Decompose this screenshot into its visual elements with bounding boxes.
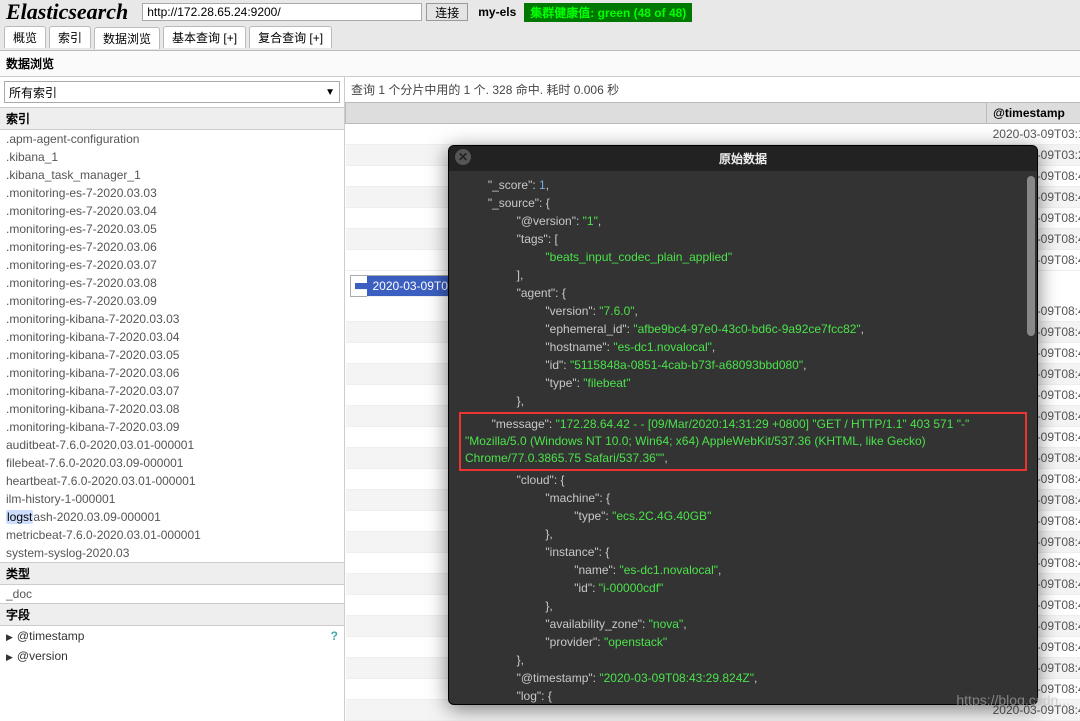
tab-3[interactable]: 基本查询 [+] <box>163 26 246 48</box>
index-item[interactable]: auditbeat-7.6.0-2020.03.01-000001 <box>0 436 344 454</box>
sidebar-header-field: 字段 <box>0 603 344 626</box>
app-logo: Elasticsearch <box>6 0 128 25</box>
sidebar: 所有索引 ▼ 索引 .apm-agent-configuration.kiban… <box>0 77 345 721</box>
dropdown-arrow-icon: ▼ <box>325 87 335 98</box>
connect-button[interactable]: 连接 <box>426 3 468 21</box>
index-item[interactable]: .apm-agent-configuration <box>0 130 344 148</box>
col-header[interactable]: @timestamp <box>987 103 1080 124</box>
index-item[interactable]: .monitoring-kibana-7-2020.03.07 <box>0 382 344 400</box>
cluster-name: my-els <box>478 5 516 19</box>
index-item[interactable]: .monitoring-es-7-2020.03.03 <box>0 184 344 202</box>
index-item[interactable]: filebeat-7.6.0-2020.03.09-000001 <box>0 454 344 472</box>
index-item[interactable]: .monitoring-kibana-7-2020.03.06 <box>0 364 344 382</box>
dialog-title: 原始数据 <box>719 152 767 166</box>
tab-2[interactable]: 数据浏览 <box>94 27 160 49</box>
type-item[interactable]: _doc <box>0 585 344 603</box>
dialog-body[interactable]: "_score": 1, "_source": { "@version": "1… <box>449 171 1037 704</box>
index-item[interactable]: logstash-2020.03.09-000001 <box>0 508 344 526</box>
index-item[interactable]: .monitoring-es-7-2020.03.08 <box>0 274 344 292</box>
index-item[interactable]: .monitoring-kibana-7-2020.03.05 <box>0 346 344 364</box>
index-item[interactable]: .monitoring-kibana-7-2020.03.04 <box>0 328 344 346</box>
query-summary: 查询 1 个分片中用的 1 个. 328 命中. 耗时 0.006 秒 <box>345 77 1080 102</box>
index-item[interactable]: .monitoring-kibana-7-2020.03.03 <box>0 310 344 328</box>
field-item[interactable]: ▶@version <box>0 646 344 666</box>
header-bar: Elasticsearch 连接 my-els 集群健康值: green (48… <box>0 0 1080 24</box>
tab-0[interactable]: 概览 <box>4 26 46 48</box>
index-item[interactable]: metricbeat-7.6.0-2020.03.01-000001 <box>0 526 344 544</box>
cluster-health-badge: 集群健康值: green (48 of 48) <box>524 3 692 22</box>
tab-4[interactable]: 复合查询 [+] <box>249 26 332 48</box>
main-tabs: 概览索引数据浏览基本查询 [+]复合查询 [+] <box>0 24 1080 51</box>
breadcrumb: 数据浏览 <box>0 51 1080 77</box>
index-item[interactable]: .monitoring-kibana-7-2020.03.09 <box>0 418 344 436</box>
dialog-header: ✕ 原始数据 <box>449 146 1037 171</box>
index-item[interactable]: .kibana_1 <box>0 148 344 166</box>
index-select[interactable]: 所有索引 ▼ <box>4 81 340 103</box>
index-item[interactable]: .kibana_task_manager_1 <box>0 166 344 184</box>
index-item[interactable]: .monitoring-es-7-2020.03.06 <box>0 238 344 256</box>
watermark: https://blog.csdn... <box>956 692 1070 708</box>
sidebar-header-index: 索引 <box>0 107 344 130</box>
index-list: .apm-agent-configuration.kibana_1.kibana… <box>0 130 344 562</box>
gutter-col <box>346 103 987 124</box>
index-select-label: 所有索引 <box>9 84 57 101</box>
index-item[interactable]: ilm-history-1-000001 <box>0 490 344 508</box>
field-item[interactable]: ▶@timestamp? <box>0 626 344 646</box>
index-item[interactable]: .monitoring-es-7-2020.03.07 <box>0 256 344 274</box>
index-item[interactable]: heartbeat-7.6.0-2020.03.01-000001 <box>0 472 344 490</box>
tab-1[interactable]: 索引 <box>49 26 91 48</box>
index-item[interactable]: .monitoring-es-7-2020.03.04 <box>0 202 344 220</box>
index-item[interactable]: .monitoring-kibana-7-2020.03.08 <box>0 400 344 418</box>
close-icon[interactable]: ✕ <box>455 149 471 165</box>
index-item[interactable]: system-syslog-2020.03 <box>0 544 344 562</box>
index-item[interactable]: .monitoring-es-7-2020.03.09 <box>0 292 344 310</box>
cluster-url-input[interactable] <box>142 3 422 21</box>
raw-data-dialog: ✕ 原始数据 "_score": 1, "_source": { "@versi… <box>448 145 1038 705</box>
sidebar-header-type: 类型 <box>0 562 344 585</box>
table-row[interactable]: 2020-03-09T03:18:18.204Zes-dc1.novalocal… <box>346 124 1080 145</box>
scrollbar-thumb[interactable] <box>1027 176 1035 336</box>
index-item[interactable]: .monitoring-es-7-2020.03.05 <box>0 220 344 238</box>
